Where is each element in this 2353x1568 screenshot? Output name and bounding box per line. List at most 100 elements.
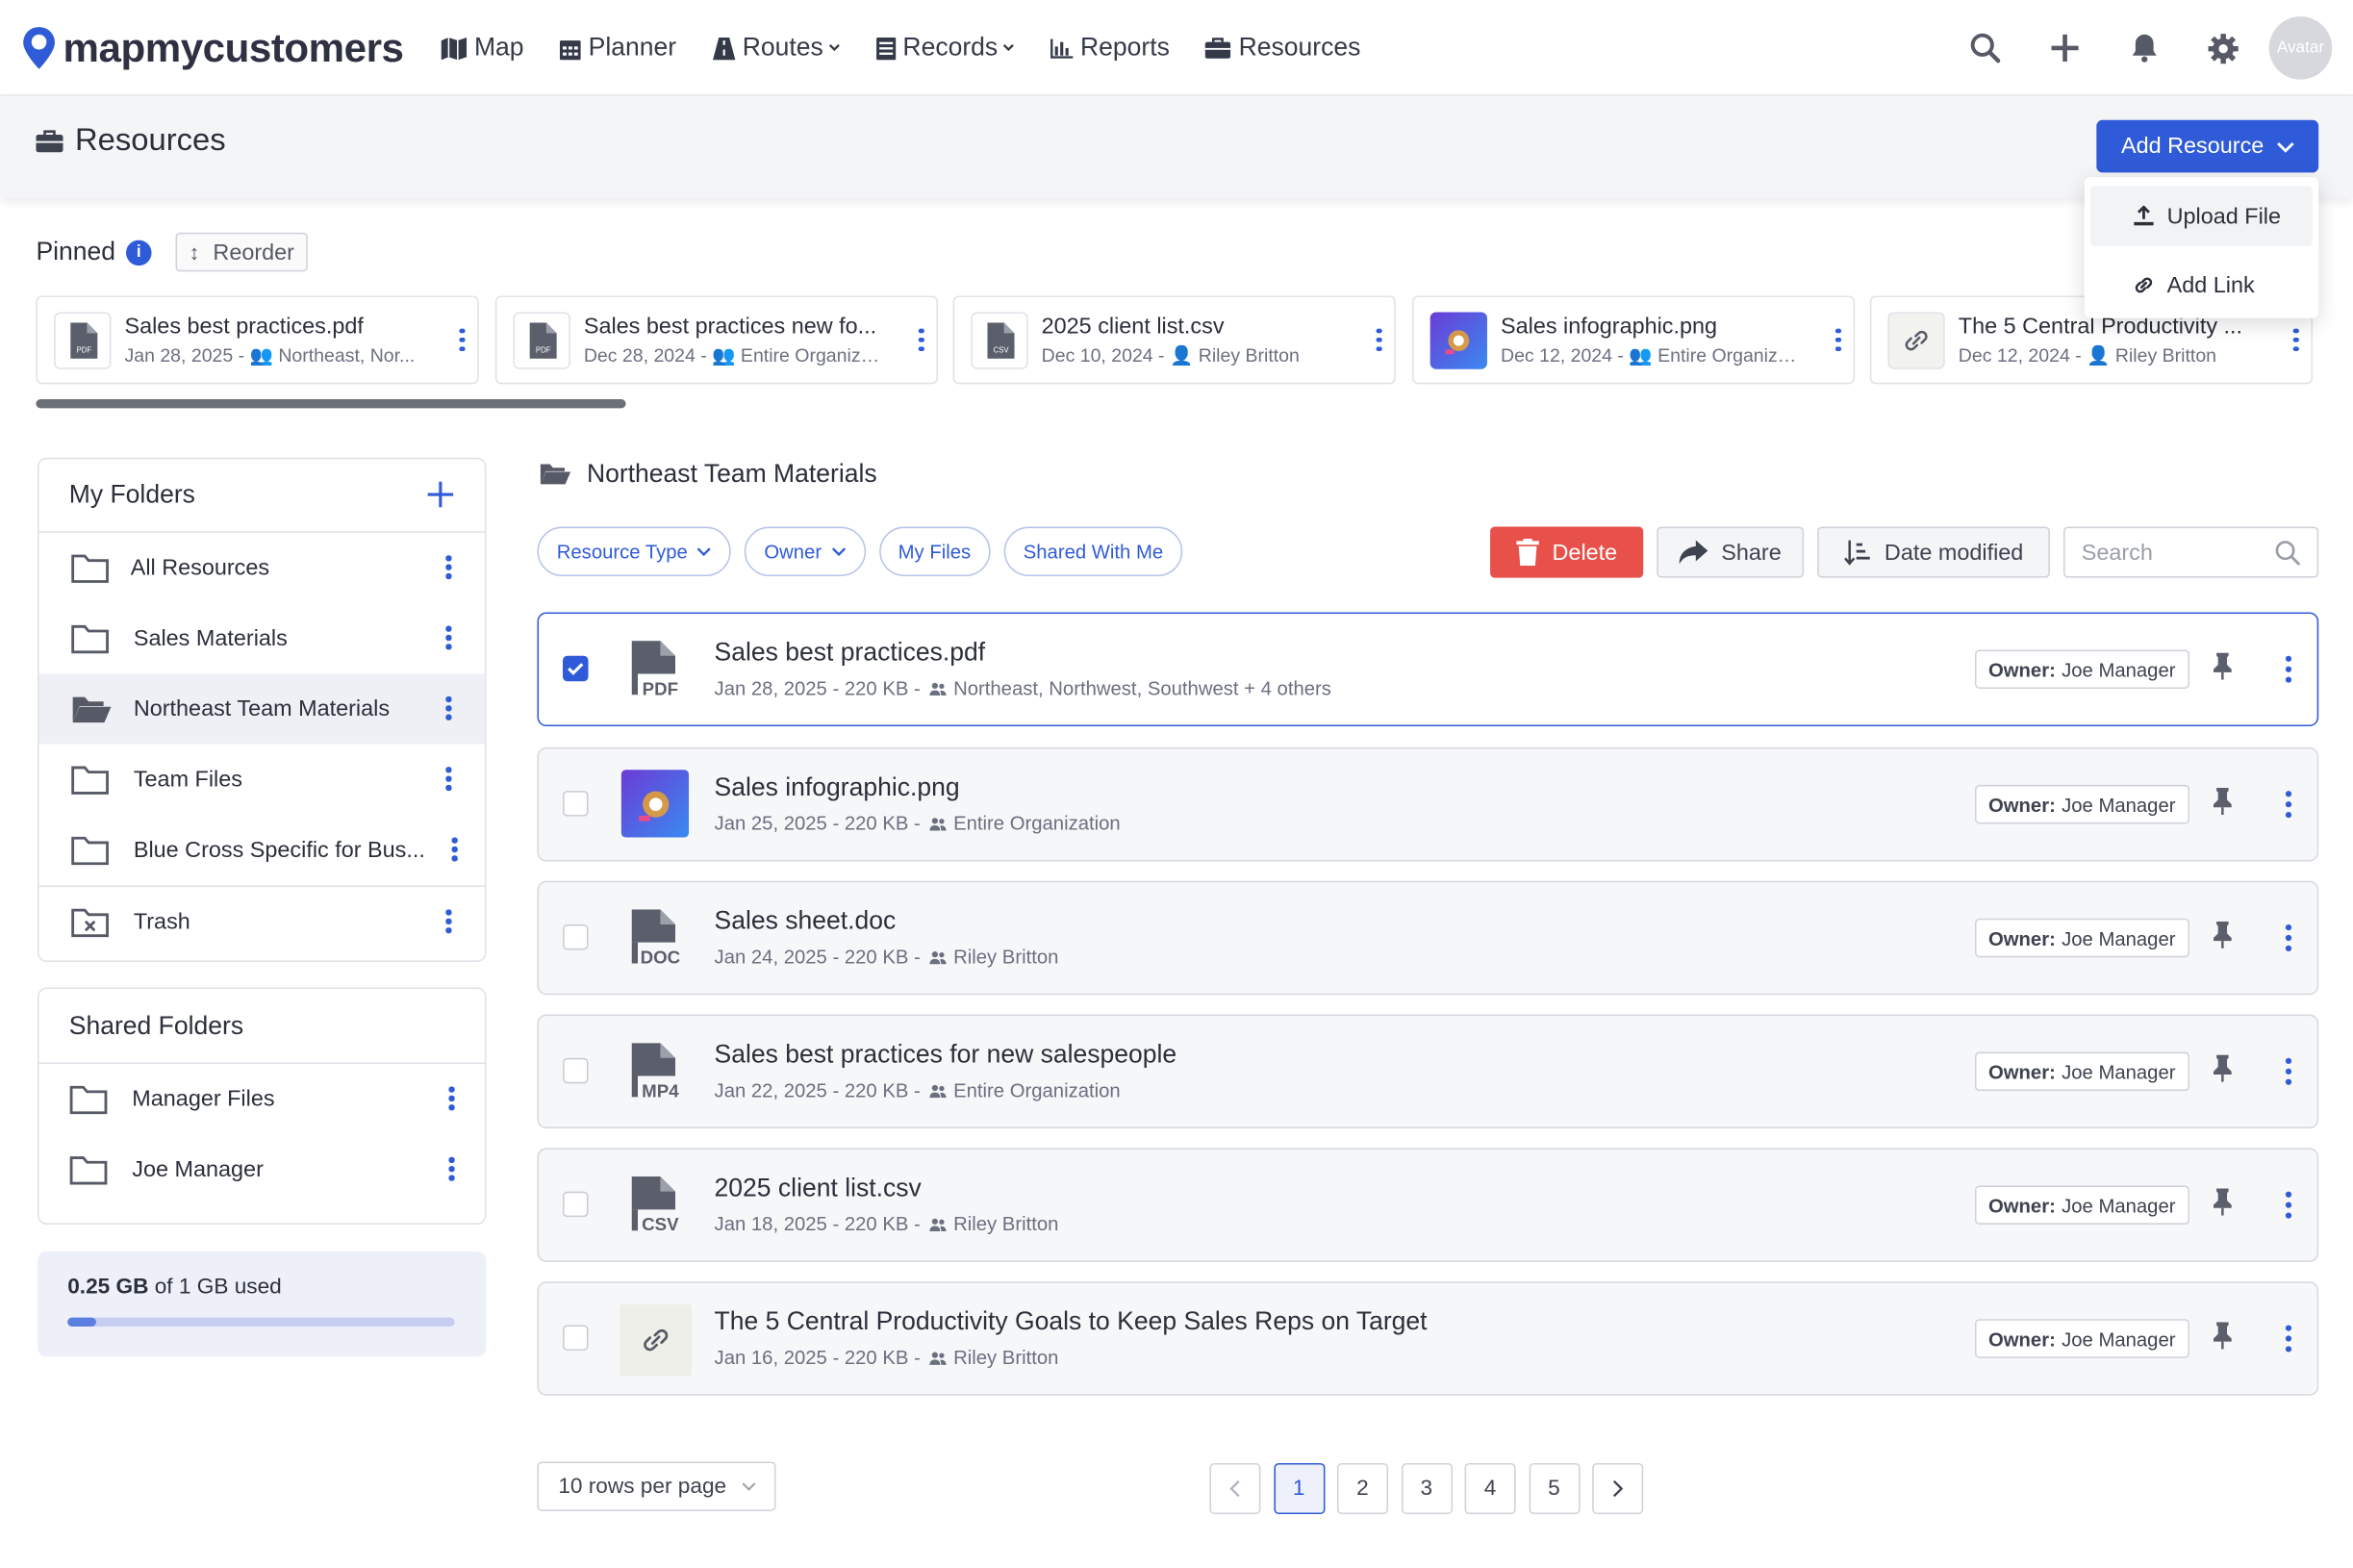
info-icon[interactable]: i [125,239,152,266]
more-options-icon[interactable] [434,622,464,652]
page-button[interactable]: 3 [1401,1463,1453,1515]
row-checkbox[interactable] [563,1325,589,1351]
upload-file-item[interactable]: Upload File [2090,186,2313,246]
more-options-icon[interactable] [447,327,477,353]
user-avatar[interactable]: Avatar [2268,16,2333,80]
resource-name[interactable]: Sales best practices for new salespeople [715,1040,1177,1070]
pin-icon[interactable] [2212,652,2233,680]
delete-button[interactable]: Delete [1490,526,1644,578]
more-options-icon[interactable] [2273,1322,2303,1354]
add-link-item[interactable]: Add Link [2090,255,2313,315]
pin-icon[interactable] [2212,921,2233,948]
pinned-card[interactable]: CSV 2025 client list.csv Dec 10, 2024 - … [952,295,1396,385]
notifications-button[interactable] [2104,15,2184,82]
row-checkbox[interactable] [563,791,589,817]
more-options-icon[interactable] [2273,1055,2303,1088]
more-options-icon[interactable] [434,694,464,723]
nav-planner[interactable]: Planner [560,33,676,63]
my-files-filter[interactable]: My Files [878,526,991,577]
pinned-card-name: Sales best practices new fo... [583,313,877,339]
pin-icon[interactable] [2212,1054,2233,1082]
pin-icon[interactable] [2212,1188,2233,1216]
resource-name[interactable]: Sales best practices.pdf [715,638,986,668]
resource-name[interactable]: Sales sheet.doc [715,906,897,936]
pinned-card[interactable]: PDF Sales best practices new fo... Dec 2… [494,295,938,385]
pinned-card[interactable]: PDF Sales best practices.pdf Jan 28, 202… [36,295,479,385]
resource-row[interactable]: PDF Sales best practices.pdf Jan 28, 2025 … [537,612,2319,727]
next-page-button[interactable] [1592,1463,1644,1515]
add-resource-menu: Upload File Add Link [2084,177,2319,318]
folder-item-sales-materials[interactable]: Sales Materials [39,603,485,673]
more-options-icon[interactable] [2273,1189,2303,1222]
row-checkbox[interactable] [563,1191,589,1218]
add-folder-icon[interactable] [426,480,455,509]
more-options-icon[interactable] [437,1154,467,1184]
nav-routes[interactable]: Routes [712,33,840,63]
previous-page-button[interactable] [1209,1463,1261,1515]
more-options-icon[interactable] [2273,922,2303,954]
resource-row[interactable]: DOC Sales sheet.doc Jan 24, 2025 - 220 KB … [537,880,2319,996]
more-options-icon[interactable] [2273,653,2303,686]
resource-row[interactable]: The 5 Central Productivity Goals to Keep… [537,1281,2319,1396]
brand-logo[interactable]: mapmycustomers [21,24,404,72]
more-options-icon[interactable] [2281,327,2311,353]
bell-icon [2131,34,2156,63]
more-options-icon[interactable] [434,764,464,794]
more-options-icon[interactable] [1823,327,1853,353]
add-resource-button[interactable]: Add Resource [2096,119,2319,173]
folder-item-northeast-team-materials[interactable]: Northeast Team Materials [38,673,485,745]
resource-name[interactable]: Sales infographic.png [715,772,960,802]
page-button[interactable]: 1 [1273,1463,1325,1515]
owner-filter[interactable]: Owner [745,526,866,577]
more-options-icon[interactable] [1364,327,1394,353]
folder-item-all-resources[interactable]: All Resources [39,533,485,603]
pinned-scrollbar[interactable] [36,398,626,409]
reorder-button[interactable]: ↕ Reorder [175,232,309,272]
resource-name[interactable]: The 5 Central Productivity Goals to Keep… [715,1307,1428,1337]
more-options-icon[interactable] [906,327,936,353]
pinned-card[interactable]: Sales infographic.png Dec 12, 2024 - 👥 E… [1411,295,1856,385]
page-button[interactable]: 5 [1528,1463,1580,1515]
pin-icon[interactable] [2212,788,2233,816]
resource-name[interactable]: 2025 client list.csv [715,1174,922,1203]
more-options-icon[interactable] [2273,788,2303,821]
row-checkbox[interactable] [563,655,589,682]
rows-per-page-select[interactable]: 10 rows per page [537,1461,776,1511]
settings-button[interactable] [2184,15,2264,82]
row-checkbox[interactable] [563,923,589,950]
share-button[interactable]: Share [1657,526,1805,578]
folder-item-joe-manager[interactable]: Joe Manager [39,1134,485,1204]
page-title-text: Resources [75,122,226,158]
more-options-icon[interactable] [437,1083,467,1113]
pin-icon[interactable] [2212,1322,2233,1350]
page-button[interactable]: 4 [1464,1463,1516,1515]
folder-item-blue-cross[interactable]: Blue Cross Specific for Bus... [39,815,485,885]
search-button[interactable] [1945,15,2025,82]
search-input[interactable]: Search [2063,526,2319,578]
nav-map[interactable]: Map [441,33,524,63]
nav-records[interactable]: Records [875,33,1014,63]
svg-text:CSV: CSV [993,345,1009,354]
pinned-card-meta: Dec 12, 2024 - 👥 Entire Organizat... [1501,344,1801,366]
shared-with-me-filter[interactable]: Shared With Me [1003,526,1183,577]
sort-button[interactable]: Date modified [1817,526,2050,578]
nav-reports[interactable]: Reports [1050,33,1170,63]
page-button[interactable]: 2 [1336,1463,1388,1515]
more-options-icon[interactable] [434,906,464,936]
resource-row[interactable]: CSV 2025 client list.csv Jan 18, 2025 - 22… [537,1148,2319,1262]
nav-resources[interactable]: Resources [1205,33,1360,63]
folder-label: Joe Manager [132,1156,264,1183]
chart-icon [1050,38,1074,58]
row-checkbox[interactable] [563,1057,589,1084]
resource-row[interactable]: Sales infographic.png Jan 25, 2025 - 220 … [537,746,2319,862]
folder-item-trash[interactable]: Trash [39,887,485,957]
folder-item-team-files[interactable]: Team Files [39,745,485,815]
create-button[interactable] [2024,15,2104,82]
resource-row[interactable]: MP4 Sales best practices for new salespeo… [537,1014,2319,1129]
resource-type-filter[interactable]: Resource Type [537,526,732,577]
folder-item-manager-files[interactable]: Manager Files [39,1064,485,1134]
more-options-icon[interactable] [440,834,469,864]
more-options-icon[interactable] [434,552,464,582]
group-icon: 👥 [249,344,273,366]
upload-file-label: Upload File [2166,203,2282,229]
